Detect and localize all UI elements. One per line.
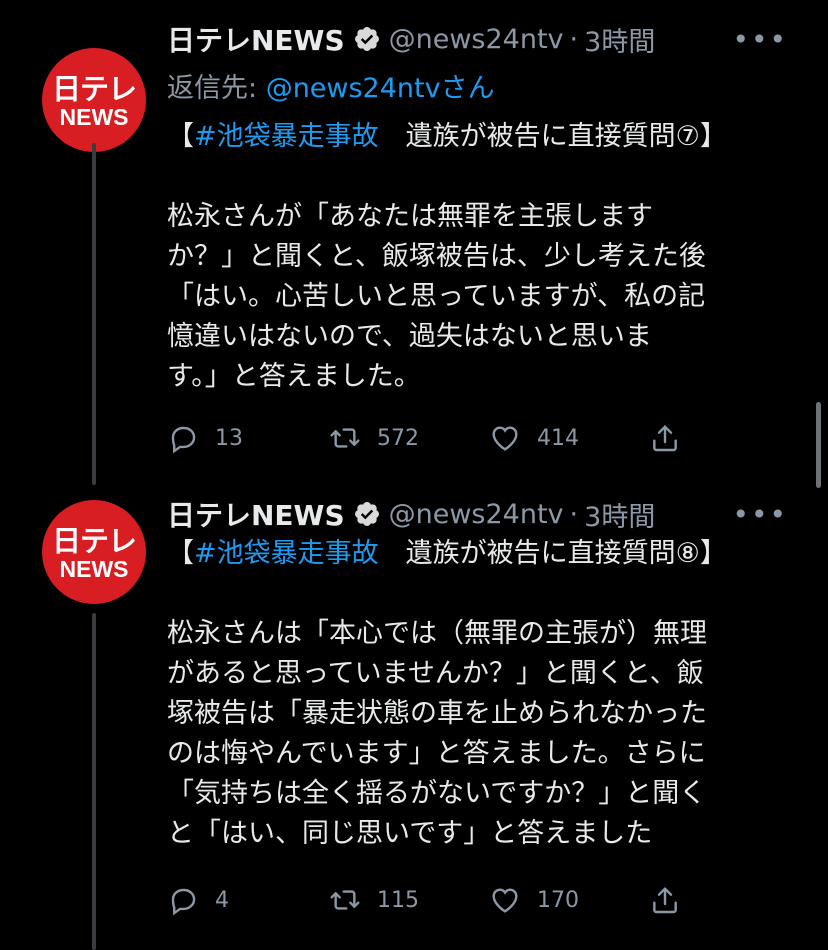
avatar[interactable]: 日テレ NEWS bbox=[42, 500, 146, 604]
share-icon bbox=[653, 887, 677, 914]
headline-rest: 遺族が被告に直接質問⑧】 bbox=[378, 538, 727, 569]
headline-rest: 遺族が被告に直接質問⑦】 bbox=[378, 121, 727, 152]
text-line: 憶違いはないので、過失はないと思いま bbox=[167, 321, 652, 352]
retweet-icon bbox=[330, 428, 360, 448]
text-line: 「気持ちは全く揺るがないですか？」と聞く bbox=[167, 778, 707, 809]
bracket-open: 【 bbox=[167, 538, 194, 569]
retweet-count: 115 bbox=[377, 887, 419, 913]
text-line: 松永さんが「あなたは無罪を主張します bbox=[167, 201, 653, 232]
tweet-text: 【#池袋暴走事故 遺族が被告に直接質問⑦】 松永さんが「あなたは無罪を主張します… bbox=[167, 117, 787, 397]
reply-button[interactable]: 13 bbox=[167, 418, 243, 458]
retweet-button[interactable]: 115 bbox=[329, 880, 419, 920]
bracket-open: 【 bbox=[167, 121, 194, 152]
more-icon[interactable]: ••• bbox=[732, 23, 788, 56]
hashtag-link[interactable]: #池袋暴走事故 bbox=[194, 121, 379, 152]
retweet-icon bbox=[330, 890, 360, 910]
thread-line bbox=[92, 613, 96, 950]
tweet-header: 日テレNEWS @news24ntv · 3時間 ••• bbox=[167, 19, 798, 59]
share-button[interactable] bbox=[649, 418, 681, 458]
reply-button[interactable]: 4 bbox=[167, 880, 229, 920]
text-line: す。」と答えました。 bbox=[167, 361, 421, 392]
text-line: 松永さんは「本心では（無罪の主張が）無理 bbox=[167, 618, 707, 649]
text-line: があると思っていませんか？」と聞くと、飯 bbox=[167, 658, 704, 689]
retweet-button[interactable]: 572 bbox=[329, 418, 419, 458]
text-line: と「はい、同じ思いです」と答えました bbox=[167, 818, 653, 849]
reply-mention-link[interactable]: @news24ntvさん bbox=[266, 73, 495, 104]
timestamp[interactable]: 3時間 bbox=[584, 20, 655, 59]
share-icon bbox=[653, 425, 677, 452]
text-line: のは悔やんでいます」と答えました。さらに bbox=[167, 738, 706, 769]
display-name[interactable]: 日テレNEWS bbox=[167, 494, 345, 534]
reply-count: 4 bbox=[215, 887, 229, 913]
timestamp[interactable]: 3時間 bbox=[584, 495, 655, 534]
more-icon[interactable]: ••• bbox=[732, 498, 788, 531]
handle[interactable]: @news24ntv bbox=[389, 24, 564, 55]
avatar-logo-bottom: NEWS bbox=[59, 556, 129, 582]
share-button[interactable] bbox=[649, 880, 681, 920]
retweet-count: 572 bbox=[377, 425, 419, 451]
reply-context: 返信先: @news24ntvさん bbox=[167, 66, 495, 105]
action-bar: 4 115 170 bbox=[167, 880, 697, 920]
avatar-logo-top: 日テレ bbox=[51, 72, 137, 106]
reply-icon bbox=[171, 426, 196, 454]
like-count: 414 bbox=[537, 425, 579, 451]
tweet-2[interactable]: 日テレ NEWS 日テレNEWS @news24ntv · 3時間 ••• 【#… bbox=[0, 485, 828, 950]
hashtag-link[interactable]: #池袋暴走事故 bbox=[194, 538, 379, 569]
tweet-header: 日テレNEWS @news24ntv · 3時間 ••• bbox=[167, 494, 798, 534]
reply-prefix: 返信先: bbox=[167, 73, 266, 104]
text-line: か？」と聞くと、飯塚被告は、少し考えた後 bbox=[167, 241, 706, 272]
scrollbar[interactable] bbox=[816, 402, 821, 488]
verified-badge-icon bbox=[354, 27, 379, 51]
avatar[interactable]: 日テレ NEWS bbox=[42, 48, 146, 152]
hashtag-line: 【#池袋暴走事故 遺族が被告に直接質問⑦】 bbox=[167, 117, 787, 157]
avatar-logo-bottom: NEWS bbox=[59, 104, 129, 130]
like-button[interactable]: 170 bbox=[489, 880, 579, 920]
thread-line bbox=[92, 143, 96, 485]
like-count: 170 bbox=[537, 887, 579, 913]
like-icon bbox=[492, 426, 518, 451]
separator-dot: · bbox=[569, 498, 579, 530]
avatar-logo-top: 日テレ bbox=[51, 524, 137, 558]
text-line: 塚被告は「暴走状態の車を止められなかった bbox=[167, 698, 707, 729]
like-icon bbox=[492, 888, 518, 913]
tweet-text: 【#池袋暴走事故 遺族が被告に直接質問⑧】 松永さんは「本心では（無罪の主張が）… bbox=[167, 534, 787, 854]
tweet-1[interactable]: 日テレ NEWS 日テレNEWS @news24ntv · 3時間 ••• 返信… bbox=[0, 0, 828, 485]
reply-count: 13 bbox=[215, 425, 243, 451]
verified-badge-icon bbox=[354, 502, 379, 526]
separator-dot: · bbox=[569, 23, 579, 55]
like-button[interactable]: 414 bbox=[489, 418, 579, 458]
display-name[interactable]: 日テレNEWS bbox=[167, 19, 345, 59]
text-line: 「はい。心苦しいと思っていますが、私の記 bbox=[167, 281, 706, 312]
hashtag-line: 【#池袋暴走事故 遺族が被告に直接質問⑧】 bbox=[167, 534, 787, 574]
reply-icon bbox=[171, 888, 196, 916]
handle[interactable]: @news24ntv bbox=[389, 499, 564, 530]
action-bar: 13 572 414 bbox=[167, 418, 697, 458]
